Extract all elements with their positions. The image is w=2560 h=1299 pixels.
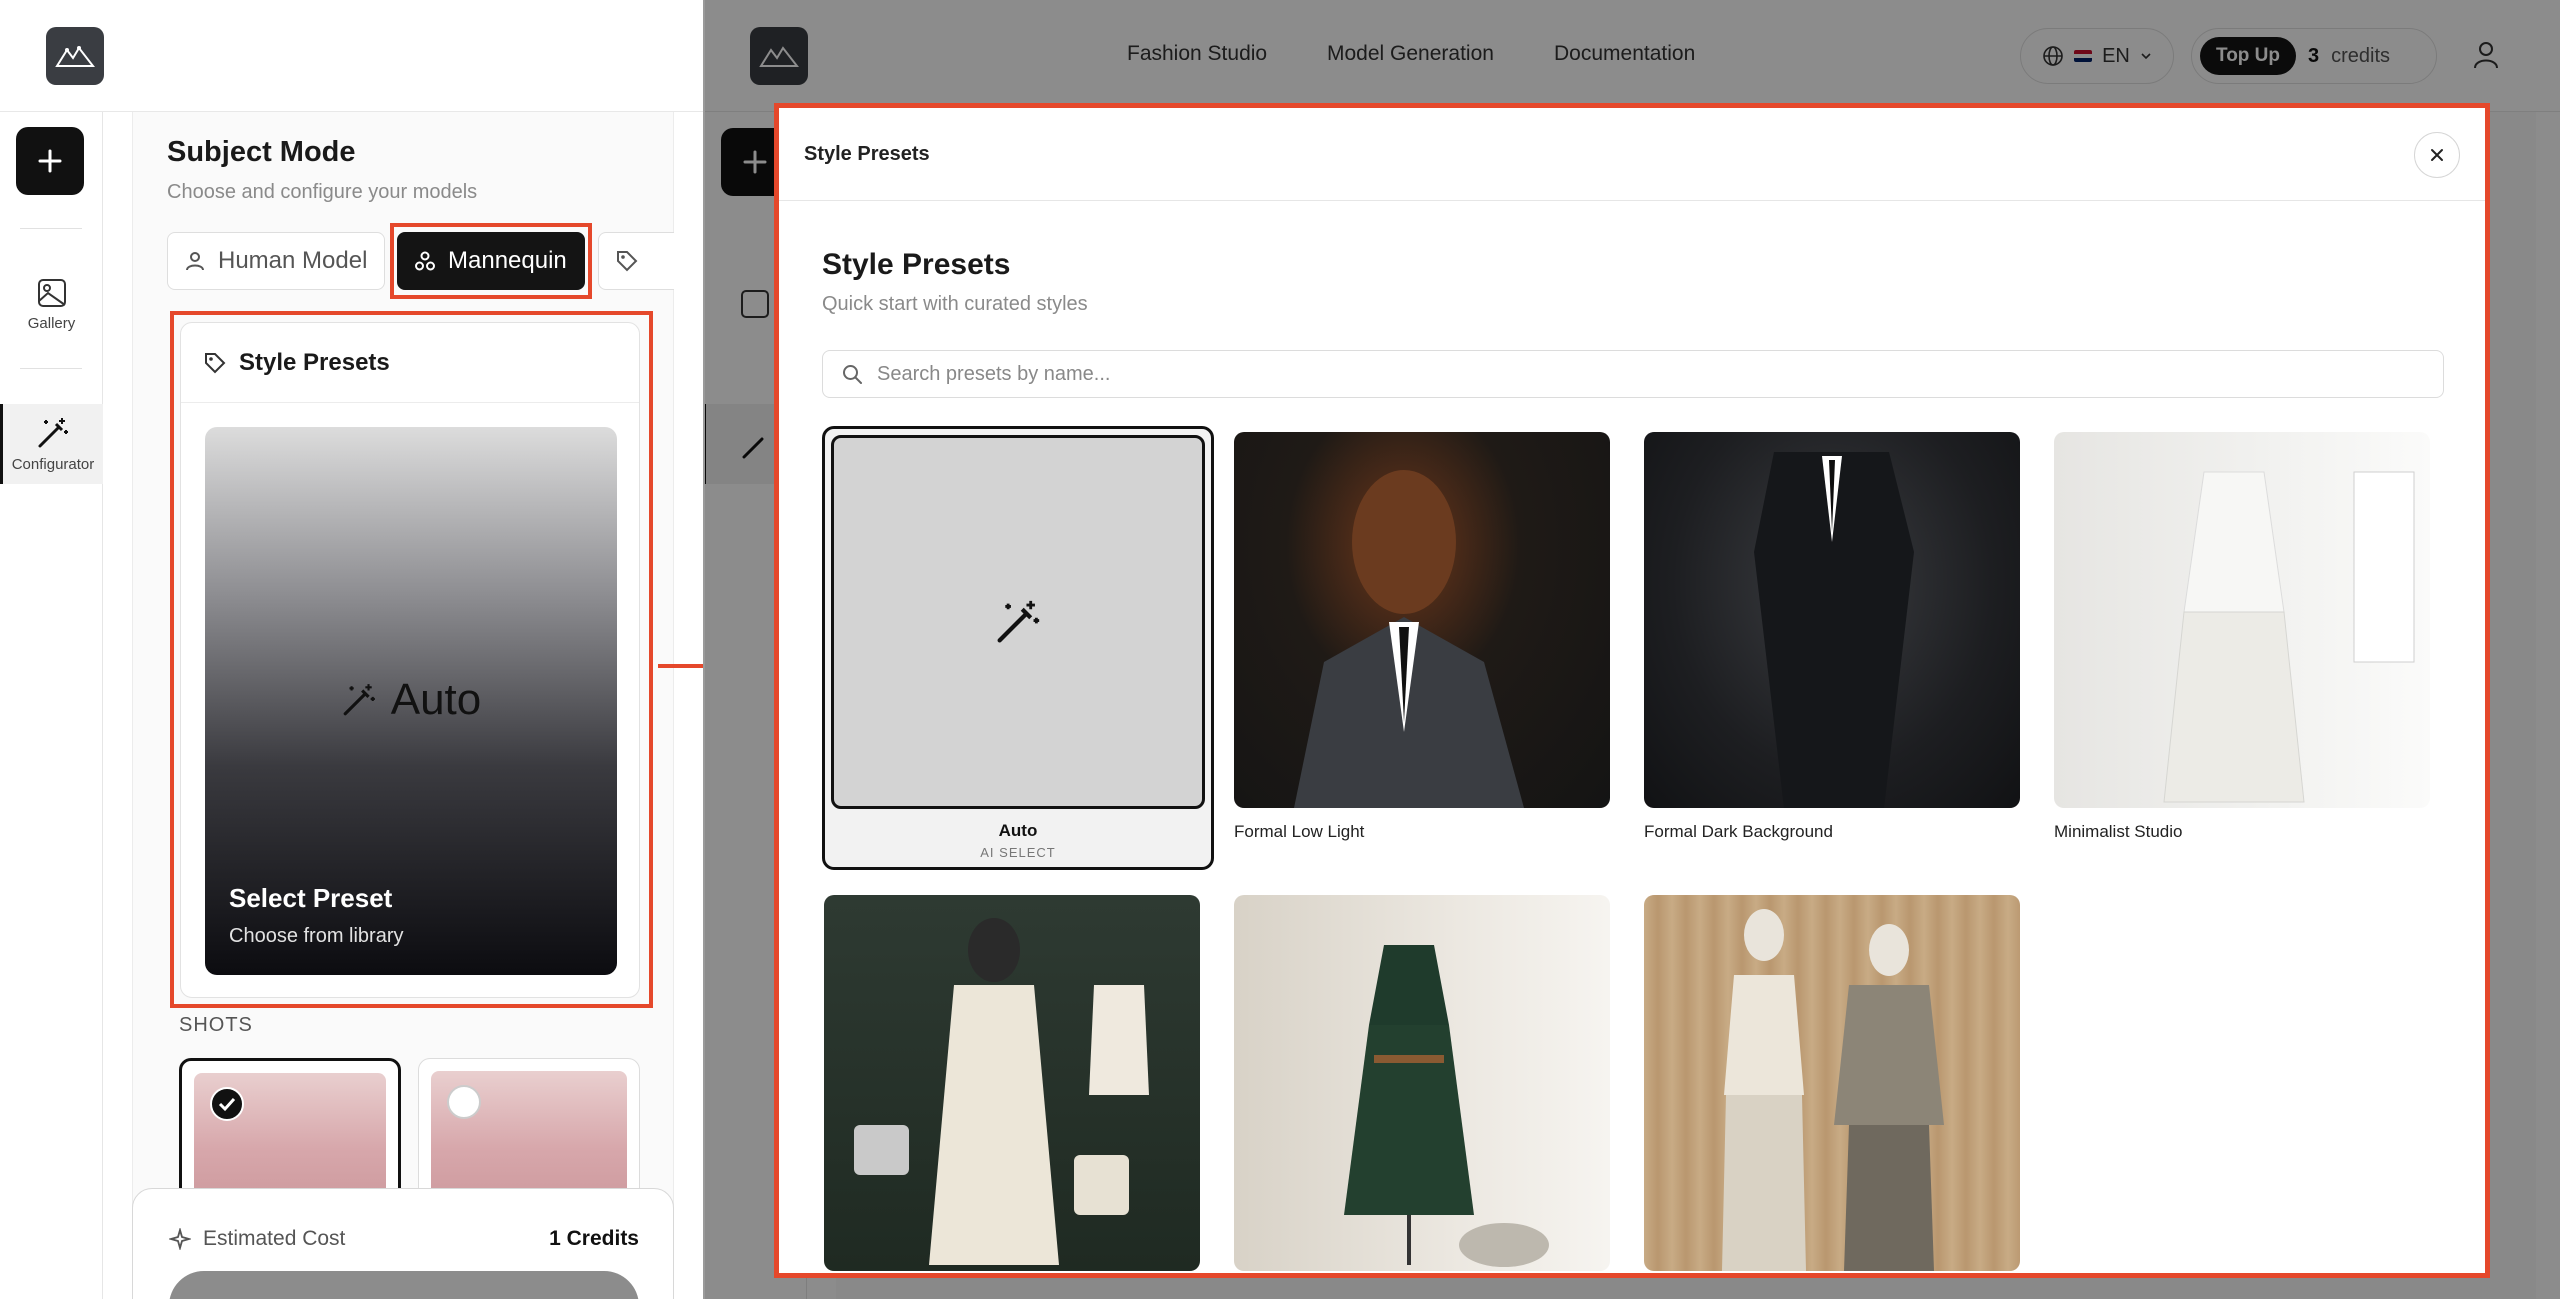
style-presets-card: Style Presets Auto Select Preset Choose … bbox=[180, 322, 640, 998]
tab-mannequin[interactable]: Mannequin bbox=[397, 232, 585, 290]
preset-name: Formal Low Light bbox=[1234, 822, 1365, 841]
auto-text: Auto bbox=[390, 675, 482, 724]
style-presets-screen: Fashion Studio Model Generation Document… bbox=[703, 0, 2560, 1299]
preset-image bbox=[824, 895, 1200, 1271]
mannequin-image bbox=[1754, 452, 1914, 808]
mannequin-image bbox=[1294, 470, 1524, 808]
magic-wand-icon bbox=[343, 684, 375, 716]
style-presets-title: Style Presets bbox=[239, 348, 390, 376]
estimated-cost-label: Estimated Cost bbox=[169, 1227, 345, 1251]
modal-title: Style Presets bbox=[822, 248, 1011, 281]
close-icon bbox=[2431, 149, 2443, 161]
tag-icon bbox=[617, 251, 638, 272]
generate-button[interactable] bbox=[169, 1271, 639, 1299]
auto-label: Auto bbox=[205, 675, 617, 725]
top-bar bbox=[0, 0, 703, 112]
check-icon bbox=[210, 1087, 244, 1121]
rail-divider bbox=[20, 368, 82, 369]
new-button[interactable] bbox=[16, 127, 84, 195]
preset-image bbox=[1644, 895, 2020, 1271]
search-input[interactable] bbox=[877, 362, 2377, 386]
shapes-icon bbox=[415, 251, 435, 271]
select-preset-title: Select Preset bbox=[229, 883, 393, 913]
preset-auto-image bbox=[831, 435, 1205, 809]
preset-image bbox=[1234, 432, 1610, 808]
modal-header: Style Presets bbox=[779, 108, 2485, 201]
close-button[interactable] bbox=[2414, 132, 2460, 178]
rail-item-label: Gallery bbox=[27, 314, 76, 332]
preset-name: Minimalist Studio bbox=[2054, 822, 2183, 841]
magic-wand-icon bbox=[997, 600, 1040, 643]
user-icon bbox=[186, 252, 204, 271]
cost-bar: Estimated Cost 1 Credits bbox=[132, 1188, 674, 1299]
rail-divider bbox=[20, 228, 82, 229]
plus-icon bbox=[38, 149, 62, 173]
preset-name: Auto bbox=[998, 821, 1038, 840]
modal-subtitle: Quick start with curated styles bbox=[822, 293, 1088, 315]
preset-name: Formal Dark Background bbox=[1644, 822, 1833, 841]
tab-human-model[interactable]: Human Model bbox=[167, 232, 385, 290]
rail-item-label: Configurator bbox=[11, 455, 95, 473]
rail-item-gallery[interactable]: Gallery bbox=[0, 264, 103, 344]
rail-item-configurator[interactable]: Configurator bbox=[0, 404, 103, 484]
preset-tag: AI SELECT bbox=[980, 845, 1056, 860]
preset-image bbox=[1234, 895, 1610, 1271]
tab-label: Mannequin bbox=[448, 247, 567, 274]
page-title: Subject Mode bbox=[167, 136, 356, 168]
radio-icon bbox=[447, 1085, 481, 1119]
style-presets-modal: Style Presets Style Presets Quick start … bbox=[774, 103, 2490, 1278]
mannequin-image bbox=[2163, 471, 2415, 803]
cost-label-text: Estimated Cost bbox=[203, 1227, 346, 1250]
magic-wand-icon bbox=[38, 417, 68, 447]
configurator-panel: Gallery Configurator Subject Mode Choose… bbox=[0, 0, 703, 1299]
logo-icon bbox=[55, 46, 95, 67]
mannequin-image bbox=[854, 918, 1149, 1265]
side-rail: Gallery Configurator bbox=[0, 112, 103, 1299]
modal-header-title: Style Presets bbox=[804, 143, 930, 165]
mannequin-image bbox=[1344, 945, 1549, 1267]
sparkle-icon bbox=[169, 1228, 191, 1250]
tab-products[interactable] bbox=[598, 232, 674, 290]
preset-image bbox=[2054, 432, 2430, 808]
app-logo[interactable] bbox=[46, 27, 104, 85]
page-subtitle: Choose and configure your models bbox=[167, 181, 478, 203]
panel-divider bbox=[703, 0, 705, 1299]
cost-value: 1 Credits bbox=[549, 1227, 639, 1250]
shots-label: SHOTS bbox=[179, 1014, 253, 1036]
select-preset-tile[interactable]: Auto Select Preset Choose from library bbox=[205, 427, 617, 975]
style-presets-header: Style Presets bbox=[181, 323, 639, 403]
search-box bbox=[822, 350, 2444, 398]
tab-label: Human Model bbox=[218, 247, 368, 274]
image-icon bbox=[37, 278, 66, 307]
select-preset-subtitle: Choose from library bbox=[229, 925, 404, 947]
preset-image bbox=[1644, 432, 2020, 808]
tag-icon bbox=[205, 352, 226, 373]
preset-card-auto[interactable]: Auto AI SELECT bbox=[822, 426, 1214, 870]
mannequin-image bbox=[1722, 909, 1944, 1271]
search-icon bbox=[843, 365, 862, 384]
